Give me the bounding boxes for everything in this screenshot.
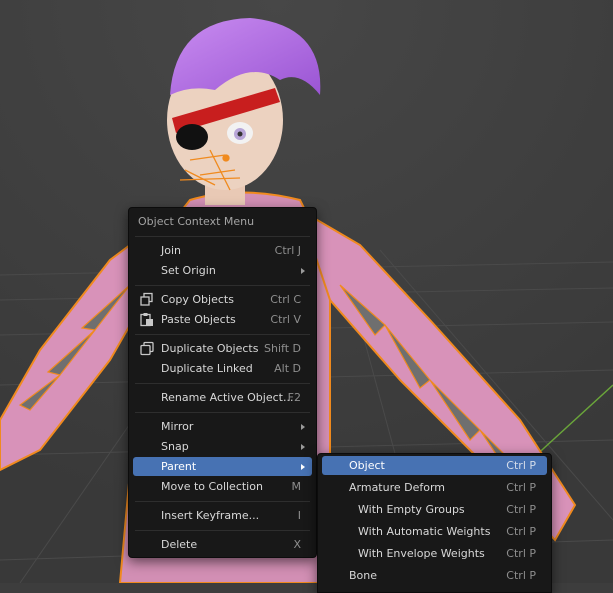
menu-item-snap[interactable]: Snap <box>133 437 312 456</box>
paste-icon <box>140 313 153 327</box>
submenu-item-object[interactable]: Object Ctrl P <box>322 456 547 475</box>
menu-item-copy-objects[interactable]: Copy Objects Ctrl C <box>133 290 312 309</box>
object-context-menu: Object Context Menu Join Ctrl J Set Orig… <box>128 207 317 558</box>
copy-icon <box>140 292 153 306</box>
menu-separator <box>135 530 310 531</box>
duplicate-icon <box>140 341 154 356</box>
menu-item-paste-objects[interactable]: Paste Objects Ctrl V <box>133 310 312 329</box>
menu-item-delete[interactable]: Delete X <box>133 535 312 554</box>
submenu-item-with-empty-groups[interactable]: With Empty Groups Ctrl P <box>322 500 547 519</box>
menu-title: Object Context Menu <box>138 215 255 228</box>
submenu-item-with-envelope-weights[interactable]: With Envelope Weights Ctrl P <box>322 544 547 563</box>
menu-item-rename-active-object[interactable]: Rename Active Object... F2 <box>133 388 312 407</box>
submenu-item-bone[interactable]: Bone Ctrl P <box>322 566 547 585</box>
menu-item-mirror[interactable]: Mirror <box>133 417 312 436</box>
parent-submenu: Object Ctrl P Armature Deform Ctrl P Wit… <box>317 453 552 593</box>
menu-item-duplicate-linked[interactable]: Duplicate Linked Alt D <box>133 359 312 378</box>
submenu-item-armature-deform[interactable]: Armature Deform Ctrl P <box>322 478 547 497</box>
menu-item-set-origin[interactable]: Set Origin <box>133 261 312 280</box>
menu-separator <box>135 501 310 502</box>
menu-separator <box>135 334 310 335</box>
submenu-arrow-icon <box>301 424 305 430</box>
menu-separator <box>135 383 310 384</box>
menu-separator <box>135 412 310 413</box>
menu-item-move-to-collection[interactable]: Move to Collection M <box>133 477 312 496</box>
menu-separator <box>135 236 310 237</box>
menu-item-join[interactable]: Join Ctrl J <box>133 241 312 260</box>
submenu-arrow-icon <box>301 464 305 470</box>
menu-separator <box>135 285 310 286</box>
submenu-arrow-icon <box>301 268 305 274</box>
menu-item-duplicate-objects[interactable]: Duplicate Objects Shift D <box>133 339 312 358</box>
submenu-arrow-icon <box>301 444 305 450</box>
submenu-item-with-automatic-weights[interactable]: With Automatic Weights Ctrl P <box>322 522 547 541</box>
menu-item-insert-keyframe[interactable]: Insert Keyframe... I <box>133 506 312 525</box>
menu-item-parent[interactable]: Parent <box>133 457 312 476</box>
